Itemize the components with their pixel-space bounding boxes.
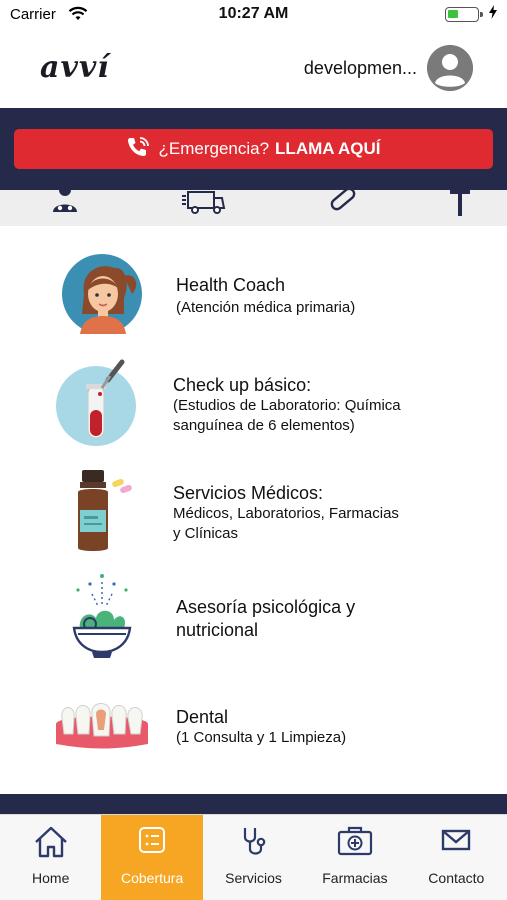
tab-label: Contacto bbox=[428, 870, 485, 886]
battery-icon bbox=[445, 7, 483, 22]
doctor-icon[interactable] bbox=[48, 190, 82, 221]
test-tube-icon bbox=[56, 356, 140, 451]
pill-icon[interactable] bbox=[326, 190, 360, 221]
benefit-servicios-medicos[interactable]: Servicios Médicos: Médicos, Laboratorios… bbox=[0, 466, 507, 562]
health-coach-avatar bbox=[62, 254, 142, 339]
benefit-title-line-2: nutricional bbox=[176, 620, 259, 640]
footer-band bbox=[0, 794, 507, 814]
tab-bar: Home Cobertura Servicios Farmacias Conta… bbox=[0, 814, 507, 900]
emergency-band: ¿Emergencia? LLAMA AQUÍ bbox=[0, 108, 507, 190]
benefit-desc-line-1: (Estudios de Laboratorio: Química bbox=[173, 397, 401, 414]
phone-icon bbox=[126, 136, 150, 163]
app-logo[interactable]: avví bbox=[40, 50, 110, 85]
benefit-desc-line-2: sanguínea de 6 elementos) bbox=[173, 417, 355, 434]
app-header: avví developmen... bbox=[0, 30, 507, 108]
user-icon bbox=[427, 45, 473, 91]
charging-icon bbox=[489, 5, 497, 22]
benefit-title: Servicios Médicos: bbox=[173, 483, 324, 503]
tab-label: Servicios bbox=[225, 870, 282, 886]
emergency-question: ¿Emergencia? bbox=[158, 139, 270, 158]
tab-servicios[interactable]: Servicios bbox=[203, 815, 304, 900]
benefit-asesoria[interactable]: Asesoría psicológica y nutricional bbox=[0, 572, 507, 672]
tab-cobertura[interactable]: Cobertura bbox=[101, 815, 203, 900]
teeth-icon bbox=[54, 700, 150, 755]
envelope-icon bbox=[406, 825, 507, 859]
salad-bowl-icon bbox=[70, 572, 134, 673]
benefit-desc-line-2: y Clínicas bbox=[173, 525, 239, 542]
avatar[interactable] bbox=[427, 45, 473, 91]
tab-label: Home bbox=[32, 870, 70, 886]
benefit-desc: (Atención médica primaria) bbox=[176, 299, 356, 316]
stethoscope-icon bbox=[203, 825, 304, 859]
emergency-call-button[interactable]: ¿Emergencia? LLAMA AQUÍ bbox=[14, 129, 493, 169]
medicine-bottle-icon bbox=[72, 468, 136, 559]
benefit-title: Check up básico: bbox=[173, 375, 312, 395]
medkit-icon bbox=[304, 825, 405, 859]
list-card-icon bbox=[101, 825, 202, 859]
benefit-desc-line-1: Médicos, Laboratorios, Farmacias bbox=[173, 505, 399, 522]
username-label[interactable]: developmen... bbox=[304, 58, 417, 79]
tab-contacto[interactable]: Contacto bbox=[406, 815, 507, 900]
home-icon bbox=[0, 825, 101, 859]
status-bar: Carrier 10:27 AM bbox=[0, 0, 507, 30]
benefit-desc: (1 Consulta y 1 Limpieza) bbox=[176, 729, 347, 746]
benefit-health-coach[interactable]: Health Coach (Atención médica primaria) bbox=[0, 254, 507, 338]
emergency-cta: LLAMA AQUÍ bbox=[275, 139, 381, 158]
benefit-check-up[interactable]: Check up básico: (Estudios de Laboratori… bbox=[0, 354, 507, 450]
cross-icon[interactable] bbox=[448, 190, 472, 221]
tab-label: Cobertura bbox=[120, 870, 184, 886]
benefit-dental[interactable]: Dental (1 Consulta y 1 Limpieza) bbox=[0, 686, 507, 770]
clock: 10:27 AM bbox=[218, 5, 289, 22]
benefit-title: Health Coach bbox=[176, 275, 286, 295]
tab-farmacias[interactable]: Farmacias bbox=[304, 815, 405, 900]
tab-label: Farmacias bbox=[322, 870, 388, 886]
ambulance-icon[interactable] bbox=[182, 190, 226, 221]
benefit-title: Dental bbox=[176, 707, 229, 727]
category-icon-strip bbox=[0, 190, 507, 226]
benefit-title-line-1: Asesoría psicológica y bbox=[176, 597, 356, 617]
tab-home[interactable]: Home bbox=[0, 815, 101, 900]
